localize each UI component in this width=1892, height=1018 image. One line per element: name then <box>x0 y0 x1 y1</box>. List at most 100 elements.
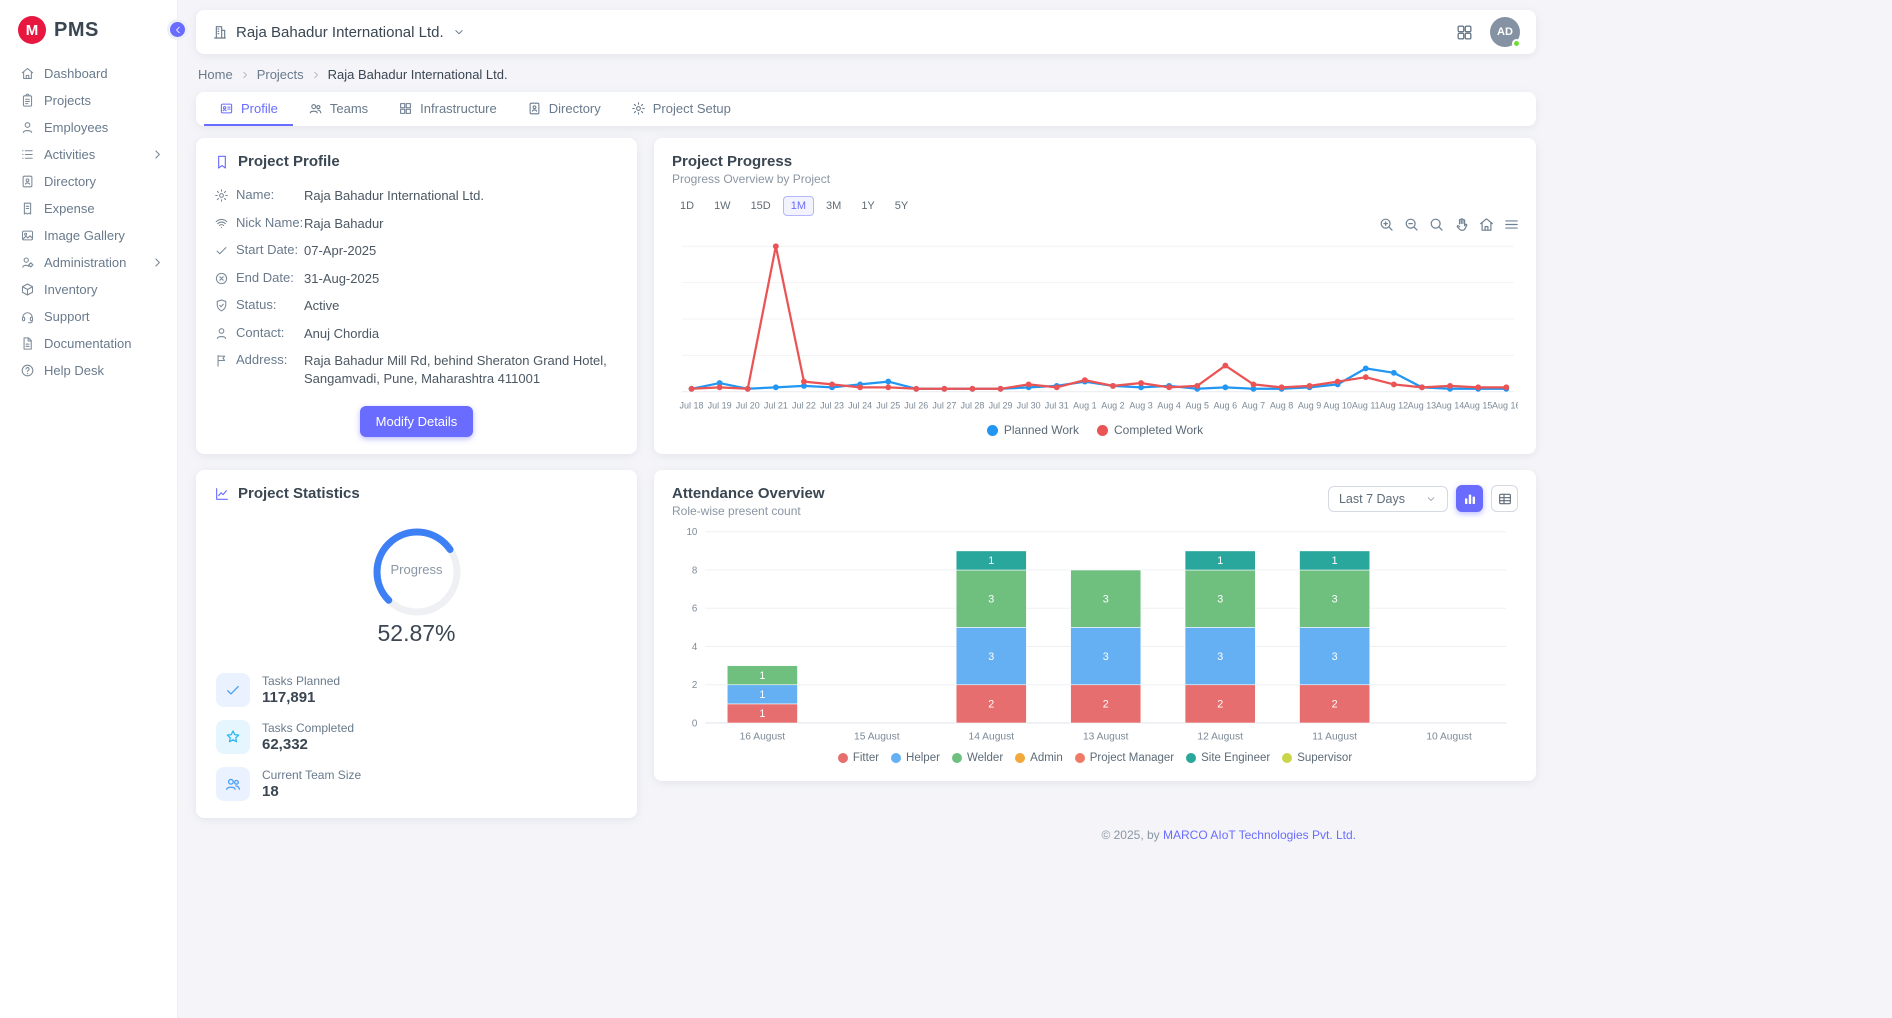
address-book-icon <box>20 174 35 189</box>
sidebar-item-label: Directory <box>44 174 165 189</box>
legend-item[interactable]: Site Engineer <box>1186 752 1270 764</box>
svg-text:1: 1 <box>759 689 765 701</box>
range-1m[interactable]: 1M <box>783 196 814 216</box>
help-icon <box>20 363 35 378</box>
svg-text:Aug 5: Aug 5 <box>1186 400 1209 410</box>
zoom-out-icon[interactable] <box>1403 216 1420 233</box>
sidebar-item-employees[interactable]: Employees <box>0 114 177 141</box>
user-icon <box>214 326 229 341</box>
legend-item[interactable]: Project Manager <box>1075 752 1174 764</box>
brand-logo-icon[interactable]: M <box>18 16 46 44</box>
table-view-toggle[interactable] <box>1491 485 1518 512</box>
receipt-icon <box>20 201 35 216</box>
progress-gauge: Progress <box>361 516 473 628</box>
stat-tasks-completed: Tasks Completed 62,332 <box>216 720 619 754</box>
chart-line-icon <box>214 486 230 502</box>
sidebar-item-help-desk[interactable]: Help Desk <box>0 357 177 384</box>
shield-icon <box>214 298 229 313</box>
sidebar-item-projects[interactable]: Projects <box>0 87 177 114</box>
svg-text:Aug 13: Aug 13 <box>1408 400 1436 410</box>
sidebar-item-expense[interactable]: Expense <box>0 195 177 222</box>
chevron-down-icon[interactable] <box>452 25 466 39</box>
left-column: Project Profile Name: Raja Bahadur Inter… <box>196 138 637 818</box>
svg-text:Aug 12: Aug 12 <box>1380 400 1408 410</box>
attendance-chart[interactable]: 024681011116 August15 August233114 Augus… <box>672 522 1518 748</box>
sidebar-item-documentation[interactable]: Documentation <box>0 330 177 357</box>
svg-text:Aug 11: Aug 11 <box>1352 400 1380 410</box>
svg-text:11 August: 11 August <box>1312 732 1357 743</box>
project-progress-chart[interactable]: Jul 18Jul 19Jul 20Jul 21Jul 22Jul 23Jul … <box>672 220 1518 419</box>
selection-zoom-icon[interactable] <box>1428 216 1445 233</box>
sidebar-item-directory[interactable]: Directory <box>0 168 177 195</box>
breadcrumb-projects[interactable]: Projects <box>257 67 304 82</box>
tab-directory[interactable]: Directory <box>512 92 616 126</box>
svg-text:13 August: 13 August <box>1083 732 1129 743</box>
legend-item[interactable]: Fitter <box>838 752 879 764</box>
legend-item[interactable]: Welder <box>952 752 1003 764</box>
range-15d[interactable]: 15D <box>743 196 779 216</box>
brand: M PMS <box>0 0 177 60</box>
stat-tasks-planned: Tasks Planned 117,891 <box>216 673 619 707</box>
modify-details-button[interactable]: Modify Details <box>360 406 474 437</box>
svg-text:1: 1 <box>1217 555 1223 567</box>
company-selector[interactable]: Raja Bahadur International Ltd. <box>236 24 444 41</box>
legend-item[interactable]: Completed Work <box>1097 423 1203 437</box>
range-1w[interactable]: 1W <box>706 196 739 216</box>
legend-item[interactable]: Helper <box>891 752 940 764</box>
sidebar-item-administration[interactable]: Administration <box>0 249 177 276</box>
sidebar-item-label: Image Gallery <box>44 228 165 243</box>
profile-field-end-date: End Date: 31-Aug-2025 <box>214 265 619 293</box>
header-actions: AD <box>1455 17 1520 47</box>
sidebar-item-label: Support <box>44 309 165 324</box>
footer: © 2025, by MARCO AIoT Technologies Pvt. … <box>196 828 1536 842</box>
tab-teams[interactable]: Teams <box>293 92 383 126</box>
legend-item[interactable]: Supervisor <box>1282 752 1352 764</box>
sidebar-item-support[interactable]: Support <box>0 303 177 330</box>
zoom-in-icon[interactable] <box>1378 216 1395 233</box>
legend-item[interactable]: Planned Work <box>987 423 1079 437</box>
tab-project-setup[interactable]: Project Setup <box>616 92 746 126</box>
circle-x-icon <box>214 271 229 286</box>
bookmark-icon <box>214 154 230 170</box>
range-1d[interactable]: 1D <box>672 196 702 216</box>
tab-bar: Profile Teams Infrastructure Directory P… <box>196 92 1536 126</box>
sidebar-item-label: Help Desk <box>44 363 165 378</box>
tab-infrastructure[interactable]: Infrastructure <box>383 92 512 126</box>
tab-label: Profile <box>241 101 278 116</box>
clipboard-icon <box>20 93 35 108</box>
legend-item[interactable]: Admin <box>1015 752 1063 764</box>
sidebar-item-inventory[interactable]: Inventory <box>0 276 177 303</box>
svg-text:Aug 2: Aug 2 <box>1101 400 1124 410</box>
people-icon <box>224 775 242 793</box>
grid-icon <box>398 101 413 116</box>
range-5y[interactable]: 5Y <box>887 196 916 216</box>
profile-field-start-date: Start Date: 07-Apr-2025 <box>214 237 619 265</box>
card-title: Attendance Overview <box>672 485 825 502</box>
header-bar: Raja Bahadur International Ltd. AD <box>196 10 1536 54</box>
chart-menu-icon[interactable] <box>1503 216 1520 233</box>
breadcrumb-current: Raja Bahadur International Ltd. <box>328 67 508 82</box>
bar-view-toggle[interactable] <box>1456 485 1483 512</box>
sidebar-item-image-gallery[interactable]: Image Gallery <box>0 222 177 249</box>
range-1y[interactable]: 1Y <box>853 196 882 216</box>
apps-grid-icon[interactable] <box>1455 23 1474 42</box>
fingerprint-icon <box>214 216 229 231</box>
sidebar-collapse-button[interactable] <box>167 19 188 40</box>
tab-label: Project Setup <box>653 101 731 116</box>
sidebar-item-dashboard[interactable]: Dashboard <box>0 60 177 87</box>
reset-zoom-icon[interactable] <box>1478 216 1495 233</box>
date-range-select[interactable]: Last 7 Days <box>1328 486 1448 512</box>
list-icon <box>20 147 35 162</box>
footer-company-link[interactable]: MARCO AIoT Technologies Pvt. Ltd. <box>1163 828 1356 842</box>
range-3m[interactable]: 3M <box>818 196 849 216</box>
sidebar-item-activities[interactable]: Activities <box>0 141 177 168</box>
avatar[interactable]: AD <box>1490 17 1520 47</box>
pan-icon[interactable] <box>1453 216 1470 233</box>
range-selector: 1D 1W 15D 1M 3M 1Y 5Y <box>672 196 1518 216</box>
svg-text:Aug 8: Aug 8 <box>1270 400 1293 410</box>
chart-toolbar <box>1378 216 1520 233</box>
sidebar-item-label: Administration <box>44 255 141 270</box>
profile-field-nickname: Nick Name: Raja Bahadur <box>214 210 619 238</box>
tab-profile[interactable]: Profile <box>204 92 293 126</box>
breadcrumb-home[interactable]: Home <box>198 67 233 82</box>
